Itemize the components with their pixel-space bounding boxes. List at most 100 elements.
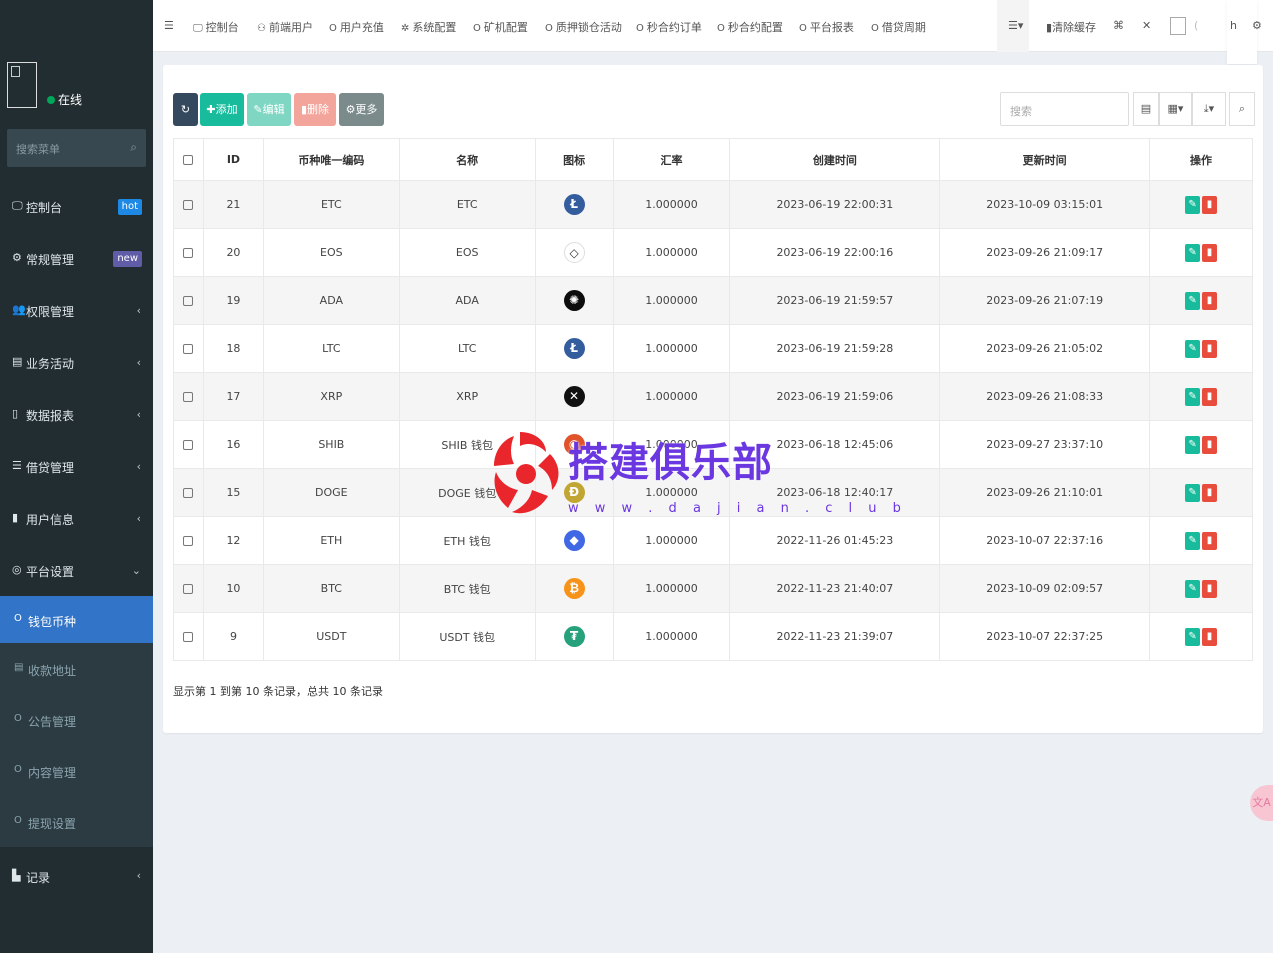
submenu-item-3[interactable]: O 内容管理 — [0, 745, 153, 796]
row-checkbox-cell[interactable] — [173, 324, 204, 373]
translate-icon[interactable]: ⌘ — [1113, 19, 1124, 32]
toggle-view-button[interactable]: ▤ — [1133, 92, 1159, 126]
refresh-button[interactable]: ↻ — [173, 93, 198, 126]
sidebar-item-3[interactable]: ▤ 业务活动 ‹ — [0, 336, 153, 388]
submenu-item-0[interactable]: O 钱包币种 — [0, 596, 153, 643]
nav-list-dropdown[interactable]: ☰▾ — [1008, 19, 1023, 32]
sidebar-item-0[interactable]: 🖵 控制台 hot — [0, 180, 153, 232]
topnav-item-1[interactable]: ⚇ 前端用户 — [257, 19, 313, 35]
row-delete-button[interactable]: ▮ — [1202, 483, 1218, 502]
row-checkbox[interactable] — [183, 344, 194, 354]
user-dropdown-panel[interactable]: h — [1227, 0, 1257, 64]
row-edit-button[interactable]: ✎ — [1185, 627, 1201, 646]
topnav-item-5[interactable]: O 质押锁仓活动 — [545, 19, 622, 35]
topnav-item-3[interactable]: ✲ 系统配置 — [401, 19, 456, 35]
select-all-checkbox[interactable] — [173, 138, 204, 181]
topnav-item-7[interactable]: O 秒合约配置 — [717, 19, 783, 35]
row-checkbox[interactable] — [183, 440, 194, 450]
row-edit-button[interactable]: ✎ — [1185, 435, 1201, 454]
table-row[interactable]: 18 LTC LTC Ł 1.000000 2023-06-19 21:59:28 2023… — [173, 324, 1253, 373]
row-checkbox-cell[interactable] — [173, 276, 204, 325]
table-row[interactable]: 20 EOS EOS ◇ 1.000000 2023-06-19 22:00:16 2023… — [173, 228, 1253, 277]
row-delete-button[interactable]: ▮ — [1202, 435, 1218, 454]
table-row[interactable]: 21 ETC ETC Ł 1.000000 2023-06-19 22:00:31 2023… — [173, 180, 1253, 229]
export-dropdown-button[interactable]: ⤓▾ — [1192, 92, 1226, 126]
row-edit-button[interactable]: ✎ — [1185, 531, 1201, 550]
row-checkbox[interactable] — [183, 536, 194, 546]
more-button[interactable]: ⚙更多 — [339, 93, 384, 126]
checkbox-icon[interactable] — [183, 155, 194, 165]
row-delete-button[interactable]: ▮ — [1202, 291, 1218, 310]
header-name[interactable]: 名称 — [398, 138, 536, 181]
table-row[interactable]: 15 DOGE DOGE 钱包 Ð 1.000000 2023-06-18 12:40:1… — [173, 468, 1253, 517]
header-updated[interactable]: 更新时间 — [939, 138, 1151, 181]
submenu-item-4[interactable]: O 提现设置 — [0, 796, 153, 847]
sidebar-search-input[interactable]: 搜索菜单 ⌕ — [7, 129, 146, 167]
fullscreen-icon[interactable]: ✕ — [1142, 19, 1151, 32]
row-edit-button[interactable]: ✎ — [1185, 387, 1201, 406]
columns-dropdown-button[interactable]: ▦▾ — [1159, 92, 1192, 126]
clear-cache-button[interactable]: ▮清除缓存 — [1046, 19, 1096, 35]
delete-button[interactable]: ▮删除 — [294, 93, 336, 126]
row-edit-button[interactable]: ✎ — [1185, 483, 1201, 502]
row-edit-button[interactable]: ✎ — [1185, 339, 1201, 358]
header-rate[interactable]: 汇率 — [612, 138, 731, 181]
row-delete-button[interactable]: ▮ — [1202, 627, 1218, 646]
row-checkbox-cell[interactable] — [173, 468, 204, 517]
table-search-input[interactable]: 搜索 — [1000, 92, 1129, 126]
row-delete-button[interactable]: ▮ — [1202, 243, 1218, 262]
row-delete-button[interactable]: ▮ — [1202, 339, 1218, 358]
row-checkbox-cell[interactable] — [173, 420, 204, 469]
row-edit-button[interactable]: ✎ — [1185, 579, 1201, 598]
row-checkbox[interactable] — [183, 488, 194, 498]
search-icon[interactable]: ⌕ — [130, 140, 137, 155]
topnav-item-0[interactable]: 🖵 控制台 — [193, 19, 239, 35]
row-delete-button[interactable]: ▮ — [1202, 579, 1218, 598]
sidebar-item-7[interactable]: ◎ 平台设置 ⌄ — [0, 544, 153, 596]
header-code[interactable]: 币种唯一编码 — [262, 138, 400, 181]
table-row[interactable]: 17 XRP XRP ✕ 1.000000 2023-06-19 21:59:06 2023… — [173, 372, 1253, 421]
table-row[interactable]: 19 ADA ADA ✺ 1.000000 2023-06-19 21:59:57 2023… — [173, 276, 1253, 325]
header-id[interactable]: ID — [202, 138, 264, 181]
sidebar-toggle-icon[interactable]: ☰ — [164, 19, 174, 32]
sidebar-item-records[interactable]: ▙ 记录 ‹ — [0, 847, 153, 905]
row-checkbox[interactable] — [183, 632, 194, 642]
row-delete-button[interactable]: ▮ — [1202, 195, 1218, 214]
add-button[interactable]: ✚添加 — [200, 93, 244, 126]
header-icon[interactable]: 图标 — [534, 138, 614, 181]
sidebar-item-2[interactable]: 👥 权限管理 ‹ — [0, 284, 153, 336]
topnav-item-6[interactable]: O 秒合约订单 — [636, 19, 702, 35]
table-row[interactable]: 12 ETH ETH 钱包 ◆ 1.000000 2022-11-26 01:45:23 2… — [173, 516, 1253, 565]
topnav-item-2[interactable]: O 用户充值 — [329, 19, 384, 35]
row-edit-button[interactable]: ✎ — [1185, 243, 1201, 262]
topnav-item-8[interactable]: O 平台报表 — [799, 19, 854, 35]
row-edit-button[interactable]: ✎ — [1185, 291, 1201, 310]
topnav-item-9[interactable]: O 借贷周期 — [871, 19, 926, 35]
row-checkbox-cell[interactable] — [173, 180, 204, 229]
row-checkbox[interactable] — [183, 248, 194, 258]
submenu-item-1[interactable]: ▤ 收款地址 — [0, 643, 153, 694]
row-checkbox[interactable] — [183, 584, 194, 594]
sidebar-item-1[interactable]: ⚙ 常规管理 new — [0, 232, 153, 284]
sidebar-item-5[interactable]: ☰ 借贷管理 ‹ — [0, 440, 153, 492]
row-checkbox[interactable] — [183, 200, 194, 210]
row-checkbox-cell[interactable] — [173, 372, 204, 421]
user-name[interactable]: ( — [1194, 19, 1198, 32]
topnav-item-4[interactable]: O 矿机配置 — [473, 19, 528, 35]
settings-gear-icon[interactable]: ⚙ — [1252, 19, 1262, 32]
avatar[interactable] — [7, 62, 37, 108]
row-checkbox-cell[interactable] — [173, 516, 204, 565]
submenu-item-2[interactable]: O 公告管理 — [0, 694, 153, 745]
translate-float-button[interactable]: 文A — [1250, 785, 1273, 821]
sidebar-item-6[interactable]: ▮ 用户信息 ‹ — [0, 492, 153, 544]
header-created[interactable]: 创建时间 — [729, 138, 941, 181]
row-checkbox-cell[interactable] — [173, 564, 204, 613]
row-checkbox[interactable] — [183, 296, 194, 306]
row-delete-button[interactable]: ▮ — [1202, 531, 1218, 550]
row-edit-button[interactable]: ✎ — [1185, 195, 1201, 214]
table-row[interactable]: 16 SHIB SHIB 钱包 ◉ 1.000000 2023-06-18 12:45:0… — [173, 420, 1253, 469]
row-delete-button[interactable]: ▮ — [1202, 387, 1218, 406]
row-checkbox-cell[interactable] — [173, 612, 204, 661]
edit-button[interactable]: ✎编辑 — [247, 93, 291, 126]
sidebar-item-4[interactable]: ▯ 数据报表 ‹ — [0, 388, 153, 440]
